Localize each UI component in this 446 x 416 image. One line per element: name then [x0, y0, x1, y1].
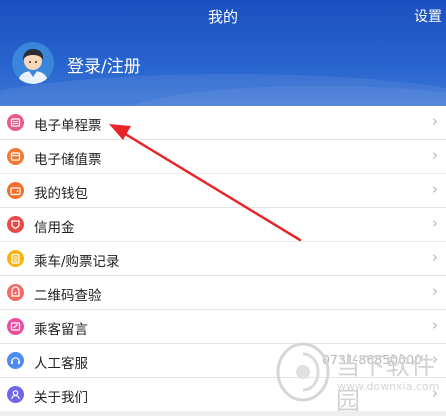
- qr-code-icon: [7, 284, 24, 301]
- chevron-right-icon: ›: [432, 282, 438, 300]
- chevron-right-icon: ›: [432, 248, 438, 266]
- menu-item-stored-value-ticket[interactable]: 电子储值票 ›: [0, 140, 446, 173]
- menu-group-tickets: 电子单程票 › 电子储值票 ›: [0, 106, 446, 173]
- menu-item-credit[interactable]: 信用金 ›: [0, 208, 446, 241]
- menu-group-finance: 我的钱包 › 信用金 ›: [0, 174, 446, 241]
- settings-button[interactable]: 设置: [414, 6, 442, 26]
- wallet-icon: [7, 182, 24, 199]
- about-icon: [7, 386, 24, 403]
- avatar-icon: [12, 42, 54, 84]
- page-title: 我的: [207, 8, 238, 26]
- menu-item-label: 电子储值票: [34, 152, 102, 168]
- credit-icon: [7, 216, 24, 233]
- ticket-icon: [7, 114, 24, 131]
- menu-item-label: 人工客服: [34, 356, 88, 372]
- menu-item-label: 电子单程票: [34, 118, 102, 134]
- chevron-right-icon: ›: [432, 146, 438, 164]
- stored-value-card-icon: [7, 148, 24, 165]
- chevron-right-icon: ›: [432, 112, 438, 130]
- menu-item-label: 乘客留言: [34, 322, 88, 338]
- chevron-right-icon: ›: [432, 350, 438, 368]
- menu-group-services: 乘车/购票记录 › 二维码查验 › 乘客留言 › 人工客服 0731-86850…: [0, 242, 446, 411]
- menu-item-customer-service[interactable]: 人工客服 0731-86850000 ›: [0, 344, 446, 378]
- avatar[interactable]: [12, 42, 54, 84]
- chevron-right-icon: ›: [432, 180, 438, 198]
- customer-service-icon: [7, 352, 24, 369]
- login-register-link[interactable]: 登录/注册: [67, 52, 141, 77]
- menu-item-label: 关于我们: [34, 390, 88, 406]
- menu-item-passenger-message[interactable]: 乘客留言 ›: [0, 310, 446, 344]
- menu-item-qr-check[interactable]: 二维码查验 ›: [0, 276, 446, 310]
- message-icon: [7, 318, 24, 335]
- chevron-right-icon: ›: [432, 214, 438, 232]
- profile-header: 我的 设置 登录/注册: [0, 0, 446, 106]
- record-icon: [7, 250, 24, 267]
- chevron-right-icon: ›: [432, 316, 438, 334]
- menu-item-label: 二维码查验: [34, 288, 102, 304]
- chevron-right-icon: ›: [432, 384, 438, 402]
- customer-service-phone: 0731-86850000: [322, 352, 422, 367]
- menu-item-wallet[interactable]: 我的钱包 ›: [0, 174, 446, 208]
- menu-item-about-us[interactable]: 关于我们 ›: [0, 378, 446, 411]
- menu-item-label: 信用金: [34, 220, 75, 236]
- menu-item-label: 我的钱包: [34, 186, 88, 202]
- menu-item-label: 乘车/购票记录: [34, 254, 120, 270]
- menu-item-single-ticket[interactable]: 电子单程票 ›: [0, 106, 446, 140]
- menu-item-ride-records[interactable]: 乘车/购票记录 ›: [0, 242, 446, 276]
